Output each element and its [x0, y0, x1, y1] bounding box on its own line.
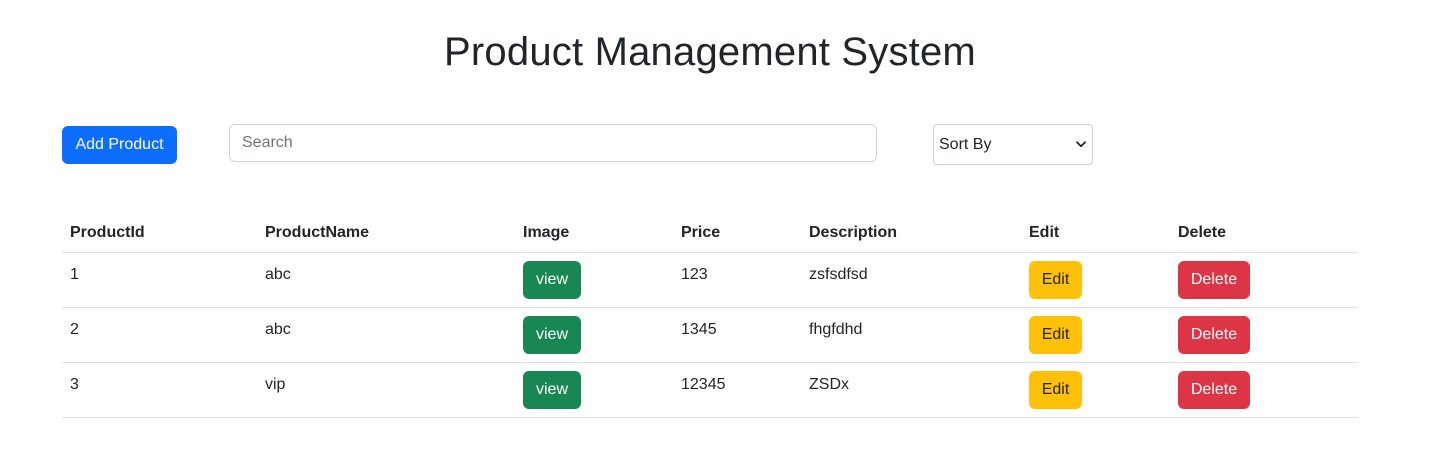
description-cell: ZSDx [801, 362, 1021, 418]
price-cell: 1345 [673, 307, 801, 363]
delete-cell: Delete [1170, 362, 1358, 418]
column-header: Image [515, 214, 673, 253]
image-cell: view [515, 252, 673, 308]
edit-cell: Edit [1021, 362, 1170, 418]
edit-cell: Edit [1021, 307, 1170, 363]
price-cell: 123 [673, 252, 801, 308]
column-header: Description [801, 214, 1021, 253]
product-name-cell: abc [257, 307, 515, 363]
column-header: ProductName [257, 214, 515, 253]
products-table: ProductId ProductName Image Price Descri… [62, 214, 1358, 418]
column-header: Edit [1021, 214, 1170, 253]
column-header: Delete [1170, 214, 1358, 253]
table-row: 2 abc view 1345 fhgfdhd Edit Delete [62, 307, 1358, 363]
delete-button[interactable]: Delete [1178, 260, 1250, 299]
description-cell: zsfsdfsd [801, 252, 1021, 308]
edit-cell: Edit [1021, 252, 1170, 308]
chevron-down-icon [1076, 141, 1086, 148]
search-input[interactable] [229, 124, 877, 162]
view-image-button[interactable]: view [523, 370, 581, 409]
product-name-cell: abc [257, 252, 515, 308]
table-row: 1 abc view 123 zsfsdfsd Edit Delete [62, 252, 1358, 308]
edit-button[interactable]: Edit [1029, 260, 1082, 299]
edit-button[interactable]: Edit [1029, 370, 1082, 409]
delete-cell: Delete [1170, 307, 1358, 363]
image-cell: view [515, 362, 673, 418]
product-name-cell: vip [257, 362, 515, 418]
image-cell: view [515, 307, 673, 363]
column-header: ProductId [62, 214, 257, 253]
product-id-cell: 2 [62, 307, 257, 363]
edit-button[interactable]: Edit [1029, 315, 1082, 354]
table-row: 3 vip view 12345 ZSDx Edit Delete [62, 362, 1358, 418]
product-id-cell: 1 [62, 252, 257, 308]
sort-by-select[interactable]: Sort By [933, 124, 1093, 165]
delete-button[interactable]: Delete [1178, 315, 1250, 354]
description-cell: fhgfdhd [801, 307, 1021, 363]
view-image-button[interactable]: view [523, 260, 581, 299]
add-product-button[interactable]: Add Product [62, 126, 177, 164]
sort-by-label: Sort By [939, 135, 992, 153]
delete-button[interactable]: Delete [1178, 370, 1250, 409]
product-id-cell: 3 [62, 362, 257, 418]
products-table-container: ProductId ProductName Image Price Descri… [62, 214, 1358, 418]
page: Product Management System Add Product So… [0, 0, 1432, 473]
price-cell: 12345 [673, 362, 801, 418]
column-header: Price [673, 214, 801, 253]
view-image-button[interactable]: view [523, 315, 581, 354]
delete-cell: Delete [1170, 252, 1358, 308]
table-header-row: ProductId ProductName Image Price Descri… [62, 214, 1358, 253]
page-title: Product Management System [444, 30, 976, 74]
